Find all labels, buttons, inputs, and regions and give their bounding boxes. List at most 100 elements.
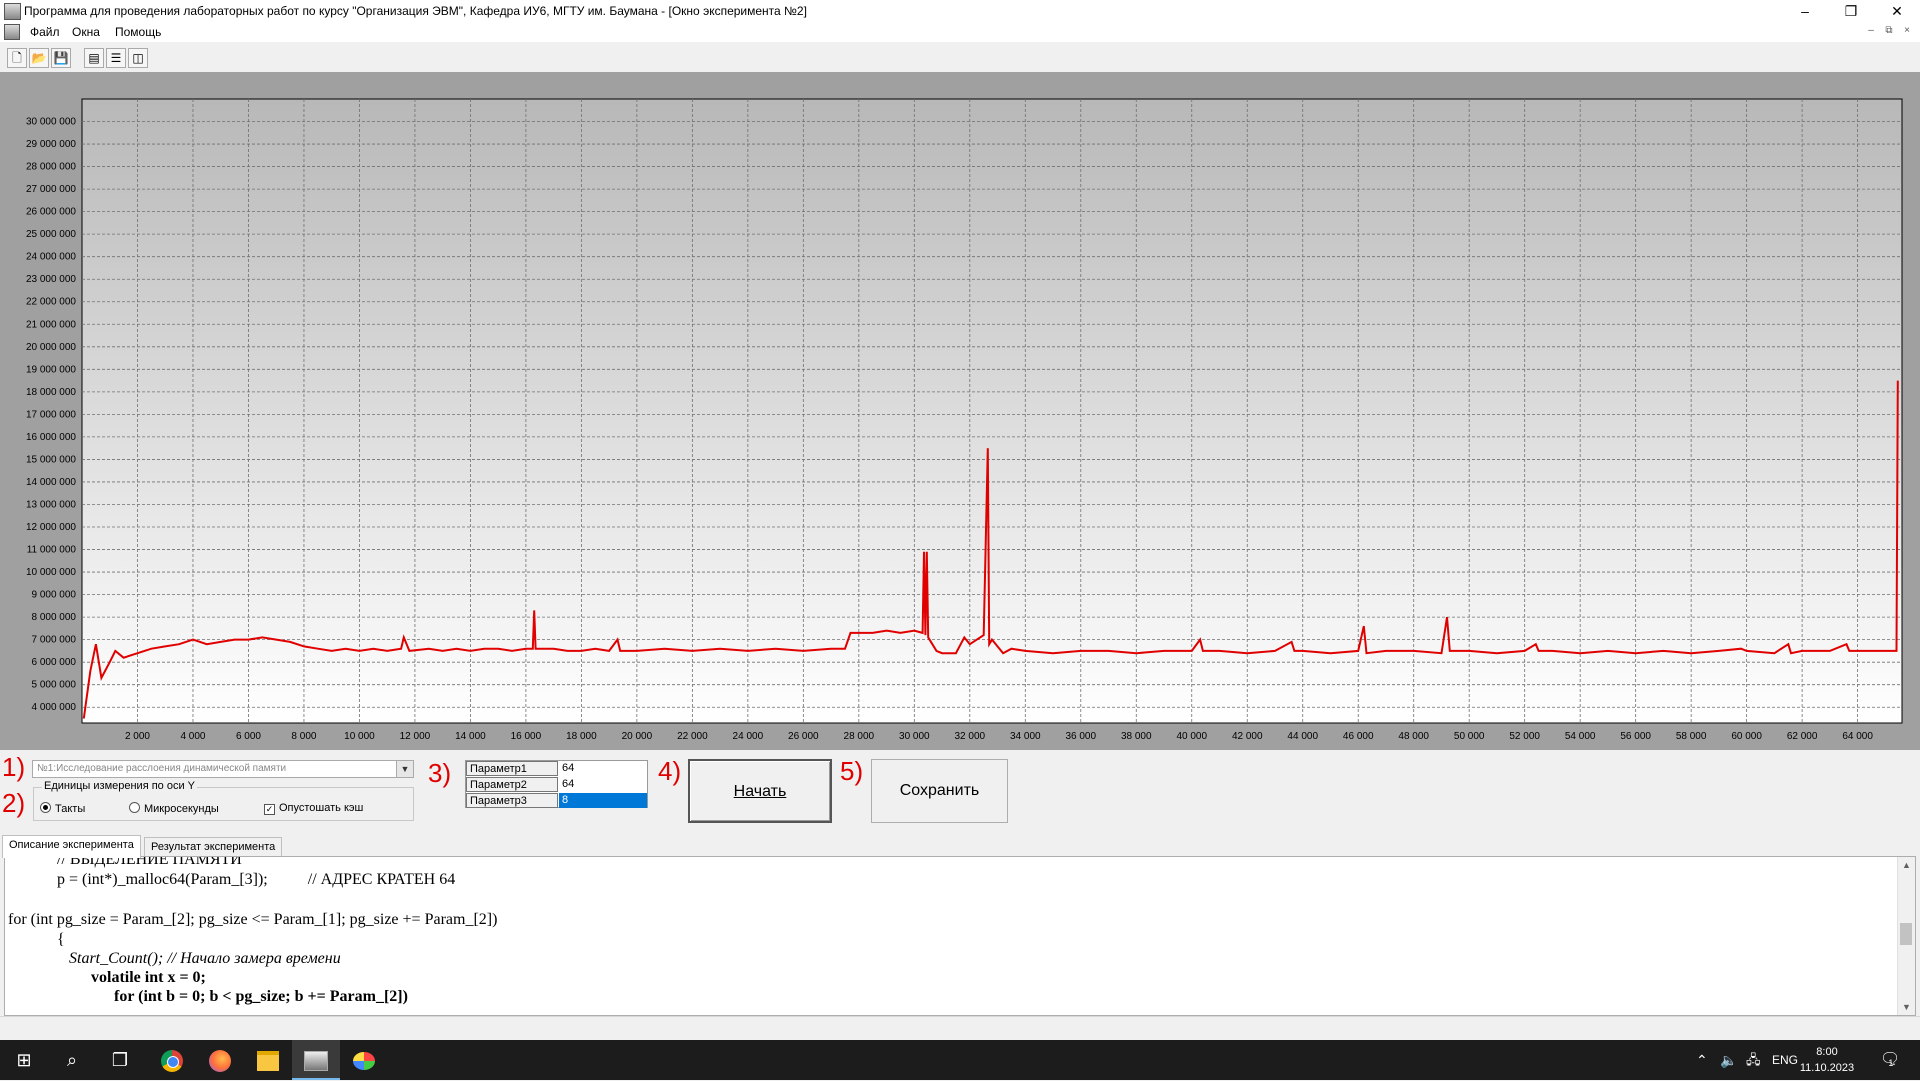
mdi-close-button[interactable]: × [1899, 25, 1915, 39]
y-units-group-label: Единицы измерения по оси Y [42, 780, 198, 792]
radio-ticks[interactable]: Такты [40, 802, 85, 815]
y-tick-label: 20 000 000 [26, 342, 76, 353]
x-tick-label: 48 000 [1398, 731, 1429, 742]
chrome-icon[interactable] [148, 1040, 196, 1080]
chevron-down-icon[interactable]: ▼ [396, 761, 413, 777]
y-tick-label: 9 000 000 [32, 590, 77, 601]
code-line: volatile int x = 0; [91, 969, 206, 986]
radio-ticks-label: Такты [55, 803, 86, 815]
menu-bar: Файл Окна Помощь – ⧉ × [0, 22, 1920, 42]
x-tick-label: 2 000 [125, 731, 150, 742]
x-tick-label: 44 000 [1287, 731, 1318, 742]
scroll-down-icon[interactable]: ▼ [1898, 999, 1915, 1015]
file-explorer-icon[interactable] [244, 1040, 292, 1080]
param-value-input[interactable]: 64 [559, 777, 647, 792]
chevron-up-icon[interactable]: ⌃ [1696, 1040, 1708, 1080]
scroll-thumb[interactable] [1900, 923, 1912, 945]
y-tick-label: 18 000 000 [26, 387, 76, 398]
tile-vertical-icon[interactable]: ◫ [128, 48, 148, 68]
y-tick-label: 5 000 000 [32, 680, 77, 691]
step-label-5: 5) [840, 756, 864, 786]
step-label-4: 4) [658, 756, 682, 786]
vertical-scrollbar[interactable]: ▲ ▼ [1897, 857, 1915, 1015]
params-grid: Параметр1 64 Параметр2 64 Параметр3 8 [465, 760, 648, 808]
x-tick-label: 36 000 [1065, 731, 1096, 742]
y-tick-label: 17 000 000 [26, 409, 76, 420]
tile-horizontal-icon[interactable]: ☰ [106, 48, 126, 68]
param-value-input[interactable]: 64 [559, 761, 647, 776]
x-tick-label: 40 000 [1176, 731, 1207, 742]
tab-description[interactable]: Описание эксперимента [2, 835, 141, 858]
app-icon [4, 3, 21, 20]
x-tick-label: 18 000 [566, 731, 597, 742]
mdi-restore-button[interactable]: ⧉ [1881, 25, 1897, 39]
start-button-label: Начать [733, 783, 787, 800]
close-button[interactable]: ✕ [1874, 0, 1920, 22]
y-tick-label: 21 000 000 [26, 319, 76, 330]
search-icon[interactable]: ⌕ [48, 1040, 96, 1080]
x-tick-label: 60 000 [1731, 731, 1762, 742]
mdi-child-icon[interactable] [4, 24, 20, 40]
notification-count: 1 [1888, 1058, 1894, 1068]
x-tick-label: 10 000 [344, 731, 375, 742]
network-icon[interactable]: 🖧 [1746, 1040, 1761, 1080]
experiment-select[interactable]: №1:Исследование расслоения динамической … [32, 760, 414, 778]
save-button[interactable]: Сохранить [871, 759, 1008, 823]
task-view-icon[interactable]: ❐ [96, 1040, 144, 1080]
y-tick-label: 6 000 000 [32, 657, 77, 668]
radio-microseconds-label: Микросекунды [144, 803, 219, 815]
y-tick-label: 12 000 000 [26, 522, 76, 533]
x-tick-label: 56 000 [1620, 731, 1651, 742]
y-tick-label: 16 000 000 [26, 432, 76, 443]
menu-help[interactable]: Помощь [115, 25, 161, 39]
checkbox-checked-icon: ✓ [264, 804, 275, 815]
notification-icon[interactable]: 🗨1 [1880, 1040, 1905, 1080]
cascade-windows-icon[interactable]: ▤ [84, 48, 104, 68]
lab-program-taskbar-icon[interactable] [292, 1040, 340, 1080]
firefox-icon[interactable] [196, 1040, 244, 1080]
save-disk-icon[interactable]: 💾 [51, 48, 71, 68]
menu-file[interactable]: Файл [30, 25, 60, 39]
windows-start-icon[interactable]: ⊞ [0, 1040, 48, 1080]
x-tick-label: 6 000 [236, 731, 261, 742]
new-file-icon[interactable]: 🗋 [7, 48, 27, 68]
x-tick-label: 12 000 [400, 731, 431, 742]
scroll-up-icon[interactable]: ▲ [1898, 857, 1915, 873]
x-tick-label: 22 000 [677, 731, 708, 742]
menu-windows[interactable]: Окна [72, 25, 100, 39]
x-tick-label: 30 000 [899, 731, 930, 742]
minimize-button[interactable]: – [1782, 0, 1828, 22]
y-tick-label: 14 000 000 [26, 477, 76, 488]
speaker-muted-icon[interactable]: 🔈 [1720, 1040, 1737, 1080]
mdi-minimize-button[interactable]: – [1863, 25, 1879, 39]
x-tick-label: 32 000 [955, 731, 986, 742]
paint-app-icon[interactable] [340, 1040, 388, 1080]
checkbox-flush-cache[interactable]: ✓ Опустошать кэш [264, 802, 363, 815]
x-tick-label: 62 000 [1787, 731, 1818, 742]
param-value-input[interactable]: 8 [559, 793, 647, 808]
radio-selected-icon [40, 802, 51, 813]
x-tick-label: 4 000 [180, 731, 205, 742]
radio-empty-icon [129, 802, 140, 813]
param-name: Параметр3 [466, 793, 558, 808]
step-label-1: 1) [2, 752, 26, 782]
y-tick-label: 13 000 000 [26, 499, 76, 510]
x-tick-label: 26 000 [788, 731, 819, 742]
title-bar: Программа для проведения лабораторных ра… [0, 0, 1920, 22]
description-text-area[interactable]: // ВЫДЕЛЕНИЕ ПАМЯТИ p = (int*)_malloc64(… [4, 856, 1916, 1016]
open-folder-icon[interactable]: 📂 [29, 48, 49, 68]
tab-strip: Описание эксперимента Результат эксперим… [0, 835, 1920, 858]
x-tick-label: 24 000 [733, 731, 764, 742]
start-button[interactable]: Начать [688, 759, 832, 823]
radio-microseconds[interactable]: Микросекунды [129, 802, 219, 815]
y-tick-label: 24 000 000 [26, 252, 76, 263]
param-name: Параметр1 [466, 761, 558, 776]
restore-button[interactable]: ❐ [1828, 0, 1874, 22]
clock[interactable]: 8:00 11.10.2023 [1792, 1044, 1862, 1076]
x-tick-label: 38 000 [1121, 731, 1152, 742]
code-line: for (int b = 0; b < pg_size; b += Param_… [114, 988, 408, 1005]
y-tick-label: 25 000 000 [26, 229, 76, 240]
y-tick-label: 29 000 000 [26, 139, 76, 150]
tab-result[interactable]: Результат эксперимента [144, 837, 283, 857]
chart-panel: 4 000 000 5 000 000 6 000 000 7 000 000 8 00… [0, 72, 1920, 750]
